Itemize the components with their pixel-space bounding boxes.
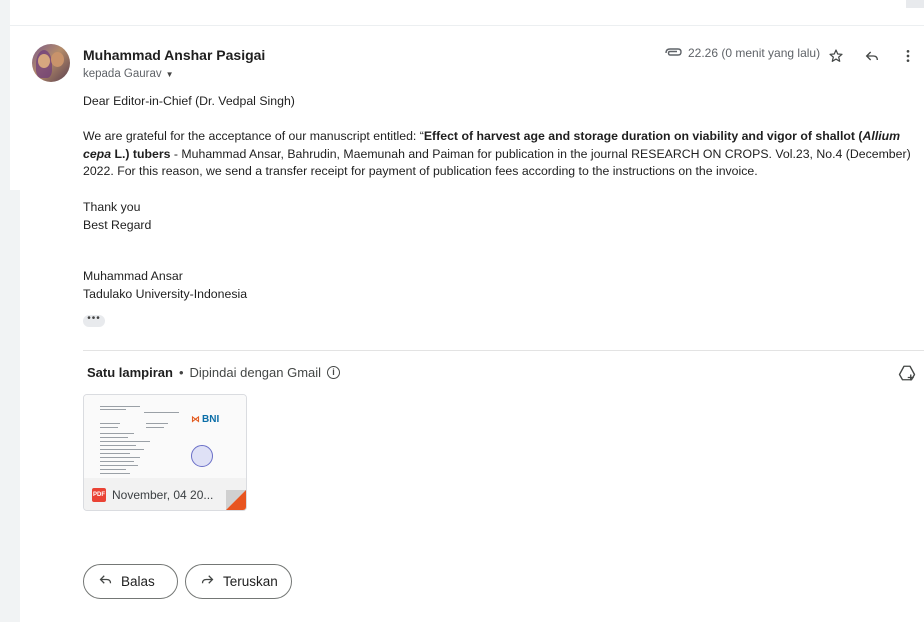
star-icon[interactable] [825,45,847,67]
add-to-drive-icon[interactable] [898,364,916,382]
forward-button[interactable]: Teruskan [185,564,292,599]
email-thanks: Thank you [83,200,141,214]
thread-gutter [10,190,20,622]
left-gutter [0,0,10,622]
para-after: - Muhammad Ansar, Bahrudin, Maemunah and… [83,146,911,179]
reply-button[interactable]: Balas [83,564,178,599]
attachment-card[interactable]: ⋈ BNI PDF November, 04 20... [83,394,247,511]
reply-button-label: Balas [121,574,155,589]
attachment-divider [83,350,924,351]
email-greeting: Dear Editor-in-Chief (Dr. Vedpal Singh) [83,94,295,108]
recipient-line[interactable]: kepada Gaurav ▼ [83,68,174,80]
reply-icon [98,572,113,591]
attachment-title: Satu lampiran [87,365,173,380]
signature-org: Tadulako University-Indonesia [83,287,248,301]
show-trimmed-content-button[interactable]: ••• [83,314,105,327]
attachment-filename: November, 04 20... [112,488,214,502]
email-regards: Best Regard [83,218,152,232]
sender-avatar[interactable] [32,44,70,82]
bank-stamp [191,445,213,467]
paperclip-icon [664,47,682,59]
message-time: 22.26 (0 menit yang lalu) [688,46,821,60]
previous-message-edge [10,0,924,26]
email-paragraph: We are grateful for the acceptance of ou… [83,128,918,181]
recipient-text: kepada Gaurav [83,68,162,80]
more-vert-icon[interactable] [897,45,919,67]
attachment-footer: PDF November, 04 20... [84,478,246,510]
para-title-bold: Effect of harvest age and storage durati… [423,129,863,143]
pdf-icon: PDF [92,488,106,502]
attachment-separator: • [178,365,184,380]
bni-logo: ⋈ BNI [191,414,220,425]
reply-icon[interactable] [861,45,883,67]
para-before: We are grateful for the acceptance of ou… [83,129,424,143]
attachment-header: Satu lampiran • Dipindai dengan Gmail i [87,365,341,380]
corner-chip [906,0,924,8]
attachment-scanned: Dipindai dengan Gmail [189,365,322,380]
forward-button-label: Teruskan [223,574,278,589]
signature-name: Muhammad Ansar [83,269,183,283]
forward-icon [200,572,215,591]
sender-name[interactable]: Muhammad Anshar Pasigai [83,47,265,63]
para-title-bold-end: L.) tubers [111,146,171,161]
message-meta: 22.26 (0 menit yang lalu) [664,46,820,60]
info-icon[interactable]: i [327,366,341,379]
attachment-thumbnail: ⋈ BNI [84,395,246,478]
card-fold [226,490,246,510]
chevron-down-icon[interactable]: ▼ [166,70,174,79]
